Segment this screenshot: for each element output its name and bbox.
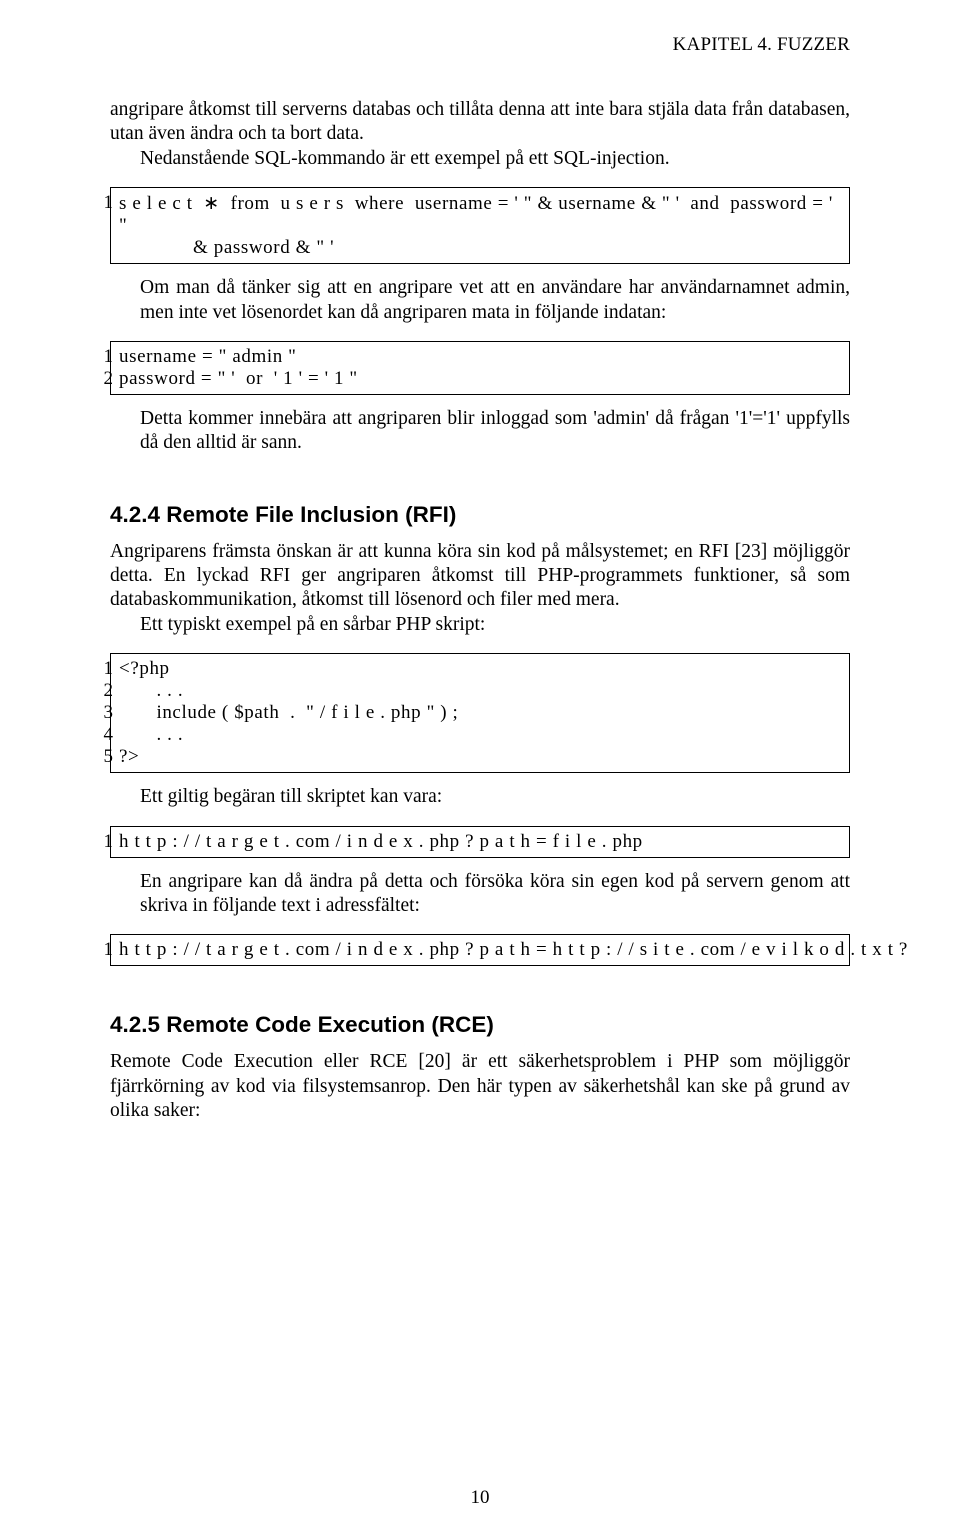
line-number: 3 — [91, 702, 113, 724]
page-number: 10 — [0, 1487, 960, 1509]
line-number: 1 — [91, 939, 113, 961]
code-line: h t t p : / / t a r g e t . com / i n d … — [119, 939, 908, 961]
paragraph: Angriparens främsta önskan är att kunna … — [110, 540, 850, 613]
code-line: password = " ' or ' 1 ' = ' 1 " — [119, 368, 358, 390]
code-line: h t t p : / / t a r g e t . com / i n d … — [119, 831, 643, 853]
code-line: <?php — [119, 658, 170, 680]
code-line: ?> — [119, 746, 139, 768]
code-line: . . . — [119, 680, 183, 702]
paragraph: Detta kommer innebära att angriparen bli… — [140, 407, 850, 456]
code-block-sql: 1 s e l e c t ∗ from u s e r s where use… — [110, 187, 850, 264]
line-number: 2 — [91, 680, 113, 702]
paragraph: Om man då tänker sig att en angripare ve… — [140, 276, 850, 325]
code-line: . . . — [119, 724, 183, 746]
paragraph: Ett giltig begäran till skriptet kan var… — [140, 785, 850, 809]
paragraph: Ett typiskt exempel på en sårbar PHP skr… — [110, 613, 850, 637]
line-number: 1 — [91, 192, 113, 214]
page: KAPITEL 4. FUZZER angripare åtkomst till… — [0, 0, 960, 1537]
code-block-input: 1 username = " admin " 2 password = " ' … — [110, 341, 850, 395]
line-number: 1 — [91, 658, 113, 680]
line-number: 5 — [91, 746, 113, 768]
code-line: s e l e c t ∗ from u s e r s where usern… — [119, 192, 841, 237]
line-number: 1 — [91, 831, 113, 853]
section-heading-rfi: 4.2.4 Remote File Inclusion (RFI) — [110, 502, 850, 528]
code-line: & password & " ' — [119, 237, 334, 259]
line-number: 4 — [91, 724, 113, 746]
paragraph: En angripare kan då ändra på detta och f… — [140, 870, 850, 919]
chapter-header: KAPITEL 4. FUZZER — [110, 34, 850, 56]
line-number: 2 — [91, 368, 113, 390]
paragraph: Remote Code Execution eller RCE [20] är … — [110, 1050, 850, 1123]
paragraph: angripare åtkomst till serverns databas … — [110, 98, 850, 147]
section-heading-rce: 4.2.5 Remote Code Execution (RCE) — [110, 1012, 850, 1038]
code-block-php: 1 <?php 2 . . . 3 include ( $path . " / … — [110, 653, 850, 773]
code-line: username = " admin " — [119, 346, 297, 368]
paragraph: Nedanstående SQL-kommando är ett exempel… — [110, 147, 850, 171]
line-number: 1 — [91, 346, 113, 368]
code-block-url-benign: 1 h t t p : / / t a r g e t . com / i n … — [110, 826, 850, 858]
code-line: include ( $path . " / f i l e . php " ) … — [119, 702, 458, 724]
code-block-url-attack: 1 h t t p : / / t a r g e t . com / i n … — [110, 934, 850, 966]
